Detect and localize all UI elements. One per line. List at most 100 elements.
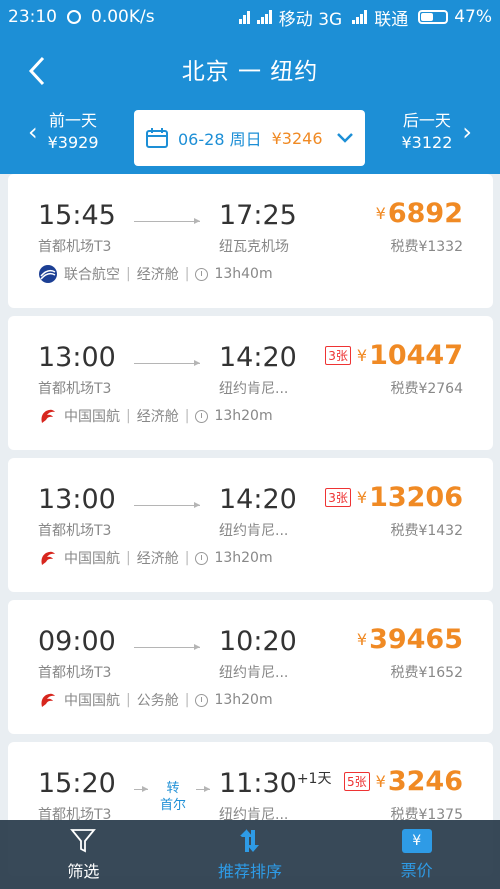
flight-duration: 13h20m (214, 550, 273, 566)
carrier-2: 联通 (374, 9, 409, 30)
flight-meta: 联合航空 | 经济舱 | 13h40m (38, 264, 273, 284)
arrival-time: 14:20 (219, 484, 297, 515)
clock-icon (195, 267, 209, 281)
flight-arrow (134, 502, 200, 508)
tickets-left-badge: 5张 (344, 772, 370, 791)
currency-symbol: ¥ (356, 488, 368, 507)
sort-arrows-icon (240, 828, 259, 852)
arrival-airport: 纽约肯尼... (219, 381, 289, 397)
tax-fee: 税费¥1652 (390, 665, 463, 681)
air-china-logo-icon (41, 409, 55, 423)
battery-icon (418, 10, 449, 24)
flight-card[interactable]: 15:45 17:25 首都机场T3 纽瓦克机场 联合航空 | 经济舱 | 13… (8, 174, 493, 308)
next-day-marker: +1天 (296, 771, 332, 787)
clock-icon (195, 693, 209, 707)
signal-icon-2 (352, 10, 368, 24)
price-block: 3张 ¥ 10447 (325, 340, 463, 371)
arrival-airport: 纽约肯尼... (219, 523, 289, 539)
transfer-info: 转 首尔 (148, 780, 198, 814)
departure-time: 09:00 (38, 626, 116, 657)
tab-sort[interactable]: 推荐排序 (167, 820, 334, 889)
signal-icon (256, 10, 273, 24)
tab-filter[interactable]: 筛选 (0, 820, 167, 889)
arrival-time: 17:25 (219, 200, 297, 231)
header: 北京 一 纽约 ‹ 前一天 ¥3929 06-28 周日 ¥3246 后一天 ¥… (0, 34, 500, 174)
transfer-city: 首尔 (159, 798, 186, 813)
prev-day-label: 前一天 (49, 111, 98, 130)
currency-symbol: ¥ (375, 772, 386, 791)
next-day-button[interactable]: 后一天 ¥3122 › (401, 110, 482, 154)
page-title: 北京 一 纽约 (181, 59, 319, 85)
departure-time: 15:20 (38, 768, 116, 799)
flight-duration: 13h20m (214, 692, 273, 708)
arrival-time: 11:30+1天 (219, 768, 332, 799)
date-selector[interactable]: 06-28 周日 ¥3246 (134, 110, 365, 166)
flight-meta: 中国国航 | 经济舱 | 13h20m (38, 548, 273, 568)
price-block: ¥ 39465 (357, 624, 463, 655)
tax-fee: 税费¥1332 (390, 239, 463, 255)
price-block: 5张 ¥ 3246 (344, 766, 463, 797)
chevron-down-icon (337, 133, 353, 143)
cabin-class: 经济舱 (136, 267, 179, 283)
flight-duration: 13h40m (214, 266, 273, 282)
clock-icon (195, 409, 209, 423)
cabin-class: 经济舱 (136, 409, 179, 425)
flight-arrow (196, 786, 210, 792)
bottom-tab-bar: 筛选 推荐排序 ¥ 票价 (0, 820, 500, 889)
status-speed: 0.00K/s (91, 7, 155, 27)
departure-time: 13:00 (38, 484, 116, 515)
tab-filter-label: 筛选 (67, 861, 100, 881)
transfer-label: 转 (166, 781, 180, 796)
battery-level: 47% (454, 7, 492, 27)
clock-icon (195, 551, 209, 565)
status-bar: 23:10 0.00K/s 移动 3G 联通 47% (0, 0, 500, 34)
air-china-logo-icon (41, 551, 55, 565)
arrival-time: 10:20 (219, 626, 297, 657)
united-logo-icon (39, 265, 57, 283)
flight-arrow (134, 644, 200, 650)
wifi-icon (238, 10, 251, 24)
calendar-icon (146, 128, 168, 148)
cabin-class: 公务舱 (136, 693, 179, 709)
flight-meta: 中国国航 | 经济舱 | 13h20m (38, 406, 273, 426)
next-day-label: 后一天 (402, 111, 451, 130)
departure-airport: 首都机场T3 (38, 381, 112, 397)
status-time: 23:10 (8, 7, 57, 27)
currency-symbol: ¥ (356, 630, 368, 649)
flight-card[interactable]: 13:00 14:20 首都机场T3 纽约肯尼... 中国国航 | 经济舱 | … (8, 316, 493, 450)
tab-price[interactable]: ¥ 票价 (333, 820, 500, 889)
arrival-airport: 纽约肯尼... (219, 665, 289, 681)
flight-card[interactable]: 09:00 10:20 首都机场T3 纽约肯尼... 中国国航 | 公务舱 | … (8, 600, 493, 734)
yen-icon: ¥ (401, 828, 432, 853)
departure-airport: 首都机场T3 (38, 665, 112, 681)
flight-price: 13206 (369, 482, 463, 513)
flight-meta: 中国国航 | 公务舱 | 13h20m (38, 690, 273, 710)
departure-airport: 首都机场T3 (38, 239, 112, 255)
departure-airport: 首都机场T3 (38, 523, 112, 539)
flight-price: 3246 (387, 766, 463, 797)
flight-arrow (134, 218, 200, 224)
arrival-airport: 纽瓦克机场 (219, 239, 289, 255)
air-china-logo-icon (41, 693, 55, 707)
price-block: 3张 ¥ 13206 (325, 482, 463, 513)
chevron-right-icon: › (462, 118, 472, 146)
cabin-class: 经济舱 (136, 551, 179, 567)
tab-sort-label: 推荐排序 (218, 861, 283, 881)
flight-card[interactable]: 13:00 14:20 首都机场T3 纽约肯尼... 中国国航 | 经济舱 | … (8, 458, 493, 592)
airline-name: 中国国航 (64, 693, 120, 709)
tax-fee: 税费¥1432 (390, 523, 463, 539)
price-block: ¥ 6892 (376, 198, 463, 229)
flight-price: 39465 (369, 624, 463, 655)
departure-time: 15:45 (38, 200, 116, 231)
currency-symbol: ¥ (375, 204, 386, 223)
departure-time: 13:00 (38, 342, 116, 373)
flight-price: 10447 (369, 340, 463, 371)
carrier-1: 移动 3G (278, 9, 343, 30)
prev-day-button[interactable]: ‹ 前一天 ¥3929 (18, 110, 99, 154)
selected-date-price: ¥3246 (271, 128, 323, 148)
filter-icon (70, 828, 97, 852)
tickets-left-badge: 3张 (325, 346, 351, 365)
selected-date: 06-28 周日 (178, 130, 262, 149)
next-day-price: ¥3122 (401, 133, 453, 152)
airline-name: 联合航空 (64, 267, 120, 283)
